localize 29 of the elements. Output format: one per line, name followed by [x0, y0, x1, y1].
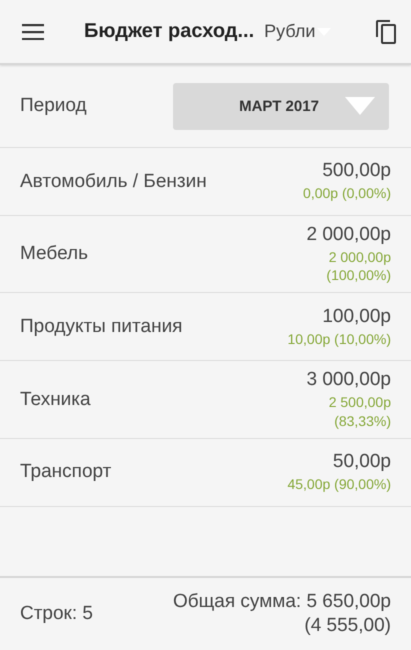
budget-row[interactable]: Мебель 2 000,00р 2 000,00р (100,00%)	[0, 216, 411, 294]
copy-icon[interactable]	[375, 18, 397, 44]
spent-amount: 10,00р (10,00%)	[287, 330, 391, 348]
budget-amount: 50,00р	[332, 451, 391, 474]
menu-icon[interactable]	[22, 24, 44, 40]
budget-amount: 500,00р	[322, 160, 391, 182]
category-name: Продукты питания	[20, 316, 182, 338]
spent-amount: 2 500,00р (83,33%)	[328, 393, 391, 430]
budget-row[interactable]: Транспорт 50,00р 45,00р (90,00%)	[0, 438, 411, 507]
category-name: Транспорт	[20, 461, 112, 484]
category-name: Мебель	[20, 243, 88, 266]
budget-row[interactable]: Продукты питания 100,00р 10,00р (10,00%)	[0, 293, 411, 362]
spent-amount: 45,00р (90,00%)	[287, 475, 391, 494]
spent-amount: 0,00р (0,00%)	[303, 184, 391, 203]
period-dropdown[interactable]: МАРТ 2017	[173, 82, 389, 130]
period-label: Период	[20, 95, 87, 117]
category-name: Техника	[20, 388, 91, 411]
currency-dropdown[interactable]: Рубли	[264, 21, 332, 42]
app-title: Бюджет расход...	[84, 20, 254, 43]
budget-amount: 100,00р	[322, 306, 391, 328]
budget-row[interactable]: Автомобиль / Бензин 500,00р 0,00р (0,00%)	[0, 148, 411, 216]
spent-amount: 2 000,00р (100,00%)	[326, 248, 391, 284]
caret-icon	[345, 97, 375, 115]
total-sum: Общая сумма: 5 650,00р (4 555,00)	[173, 590, 391, 638]
category-name: Автомобиль / Бензин	[20, 170, 207, 192]
budget-amount: 2 000,00р	[306, 224, 391, 246]
budget-row[interactable]: Техника 3 000,00р 2 500,00р (83,33%)	[0, 361, 411, 439]
budget-amount: 3 000,00р	[306, 369, 391, 392]
row-count: Строк: 5	[20, 603, 93, 625]
